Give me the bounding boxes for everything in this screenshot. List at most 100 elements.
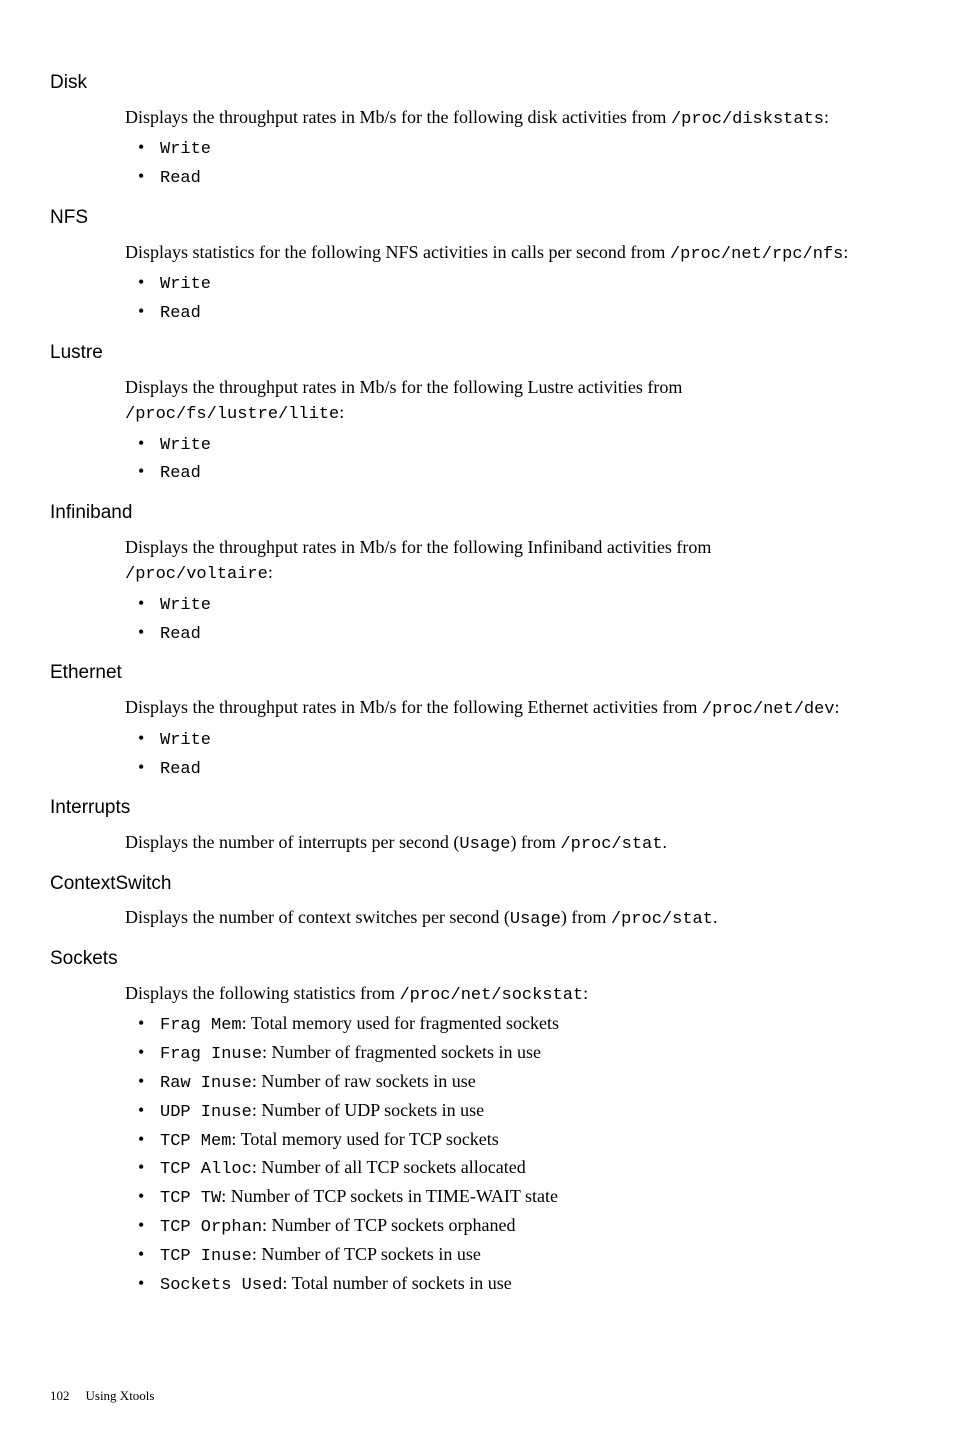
list-item: Read	[125, 164, 904, 191]
section-body-infiniband: Displays the throughput rates in Mb/s fo…	[125, 535, 904, 647]
bullet-text: : Number of TCP sockets in use	[252, 1244, 481, 1264]
sockets-path: /proc/net/sockstat	[399, 986, 583, 1005]
section-heading-interrupts: Interrupts	[50, 795, 904, 822]
footer-title: Using Xtools	[86, 1388, 155, 1403]
section-heading-disk: Disk	[50, 70, 904, 97]
ethernet-path: /proc/net/dev	[702, 700, 835, 719]
section-heading-ethernet: Ethernet	[50, 660, 904, 687]
ethernet-desc-post: :	[835, 697, 840, 717]
bullet-label: Sockets Used	[160, 1276, 282, 1295]
interrupts-desc-post: .	[662, 832, 667, 852]
bullet-label: Read	[160, 169, 201, 188]
list-item: Frag Mem: Total memory used for fragment…	[125, 1011, 904, 1038]
ethernet-bullets: Write Read	[125, 726, 904, 782]
nfs-desc-post: :	[843, 242, 848, 262]
ethernet-desc-pre: Displays the throughput rates in Mb/s fo…	[125, 697, 702, 717]
section-heading-infiniband: Infiniband	[50, 500, 904, 527]
section-body-disk: Displays the throughput rates in Mb/s fo…	[125, 105, 904, 191]
bullet-label: Read	[160, 760, 201, 779]
bullet-text: : Number of UDP sockets in use	[252, 1100, 484, 1120]
interrupts-desc-pre: Displays the number of interrupts per se…	[125, 832, 459, 852]
bullet-label: TCP Alloc	[160, 1160, 252, 1179]
contextswitch-path: /proc/stat	[611, 910, 713, 929]
bullet-label: TCP TW	[160, 1189, 221, 1208]
interrupts-desc-mid: ) from	[510, 832, 560, 852]
list-item: Sockets Used: Total number of sockets in…	[125, 1271, 904, 1298]
list-item: Write	[125, 431, 904, 458]
section-body-ethernet: Displays the throughput rates in Mb/s fo…	[125, 695, 904, 781]
bullet-text: : Total memory used for TCP sockets	[231, 1129, 498, 1149]
disk-desc-post: :	[824, 107, 829, 127]
sockets-desc-post: :	[583, 983, 588, 1003]
bullet-label: TCP Inuse	[160, 1247, 252, 1266]
list-item: Read	[125, 620, 904, 647]
section-body-lustre: Displays the throughput rates in Mb/s fo…	[125, 375, 904, 487]
bullet-label: Frag Inuse	[160, 1045, 262, 1064]
page-footer: 102 Using Xtools	[50, 1387, 904, 1405]
list-item: Frag Inuse: Number of fragmented sockets…	[125, 1040, 904, 1067]
infiniband-description: Displays the throughput rates in Mb/s fo…	[125, 535, 904, 587]
contextswitch-desc-pre: Displays the number of context switches …	[125, 907, 510, 927]
bullet-text: : Number of TCP sockets orphaned	[262, 1215, 515, 1235]
nfs-path: /proc/net/rpc/nfs	[670, 245, 843, 264]
list-item: Read	[125, 299, 904, 326]
bullet-label: TCP Orphan	[160, 1218, 262, 1237]
list-item: Write	[125, 270, 904, 297]
disk-path: /proc/diskstats	[671, 110, 824, 129]
contextswitch-desc-post: .	[713, 907, 718, 927]
interrupts-path: /proc/stat	[560, 835, 662, 854]
section-body-contextswitch: Displays the number of context switches …	[125, 905, 904, 932]
bullet-label: TCP Mem	[160, 1132, 231, 1151]
section-heading-nfs: NFS	[50, 205, 904, 232]
bullet-label: Write	[160, 731, 211, 750]
bullet-label: Frag Mem	[160, 1016, 242, 1035]
disk-desc-pre: Displays the throughput rates in Mb/s fo…	[125, 107, 671, 127]
ethernet-description: Displays the throughput rates in Mb/s fo…	[125, 695, 904, 722]
list-item: TCP Mem: Total memory used for TCP socke…	[125, 1127, 904, 1154]
bullet-label: UDP Inuse	[160, 1103, 252, 1122]
sockets-desc-pre: Displays the following statistics from	[125, 983, 399, 1003]
bullet-text: : Number of fragmented sockets in use	[262, 1042, 541, 1062]
list-item: TCP Alloc: Number of all TCP sockets all…	[125, 1155, 904, 1182]
bullet-label: Read	[160, 304, 201, 323]
section-body-interrupts: Displays the number of interrupts per se…	[125, 830, 904, 857]
section-heading-sockets: Sockets	[50, 946, 904, 973]
bullet-text: : Number of raw sockets in use	[252, 1071, 476, 1091]
nfs-bullets: Write Read	[125, 270, 904, 326]
list-item: UDP Inuse: Number of UDP sockets in use	[125, 1098, 904, 1125]
bullet-label: Write	[160, 275, 211, 294]
section-heading-lustre: Lustre	[50, 340, 904, 367]
lustre-desc-pre: Displays the throughput rates in Mb/s fo…	[125, 377, 682, 397]
contextswitch-description: Displays the number of context switches …	[125, 905, 904, 932]
list-item: Write	[125, 135, 904, 162]
infiniband-desc-pre: Displays the throughput rates in Mb/s fo…	[125, 537, 711, 557]
nfs-description: Displays statistics for the following NF…	[125, 240, 904, 267]
list-item: Read	[125, 755, 904, 782]
list-item: TCP Inuse: Number of TCP sockets in use	[125, 1242, 904, 1269]
bullet-label: Read	[160, 464, 201, 483]
page-number: 102	[50, 1388, 70, 1403]
interrupts-description: Displays the number of interrupts per se…	[125, 830, 904, 857]
disk-description: Displays the throughput rates in Mb/s fo…	[125, 105, 904, 132]
list-item: TCP TW: Number of TCP sockets in TIME-WA…	[125, 1184, 904, 1211]
list-item: Read	[125, 459, 904, 486]
contextswitch-desc-mid: ) from	[561, 907, 611, 927]
bullet-text: : Total number of sockets in use	[282, 1273, 511, 1293]
bullet-text: : Total memory used for fragmented socke…	[242, 1013, 559, 1033]
section-heading-contextswitch: ContextSwitch	[50, 871, 904, 898]
list-item: Write	[125, 591, 904, 618]
list-item: Raw Inuse: Number of raw sockets in use	[125, 1069, 904, 1096]
bullet-label: Raw Inuse	[160, 1074, 252, 1093]
list-item: TCP Orphan: Number of TCP sockets orphan…	[125, 1213, 904, 1240]
infiniband-desc-post: :	[268, 562, 273, 582]
section-body-sockets: Displays the following statistics from /…	[125, 981, 904, 1298]
infiniband-path: /proc/voltaire	[125, 565, 268, 584]
bullet-text: : Number of all TCP sockets allocated	[252, 1157, 526, 1177]
bullet-label: Write	[160, 596, 211, 615]
bullet-label: Write	[160, 140, 211, 159]
lustre-description: Displays the throughput rates in Mb/s fo…	[125, 375, 904, 427]
section-body-nfs: Displays statistics for the following NF…	[125, 240, 904, 326]
lustre-bullets: Write Read	[125, 431, 904, 487]
lustre-desc-post: :	[339, 402, 344, 422]
disk-bullets: Write Read	[125, 135, 904, 191]
